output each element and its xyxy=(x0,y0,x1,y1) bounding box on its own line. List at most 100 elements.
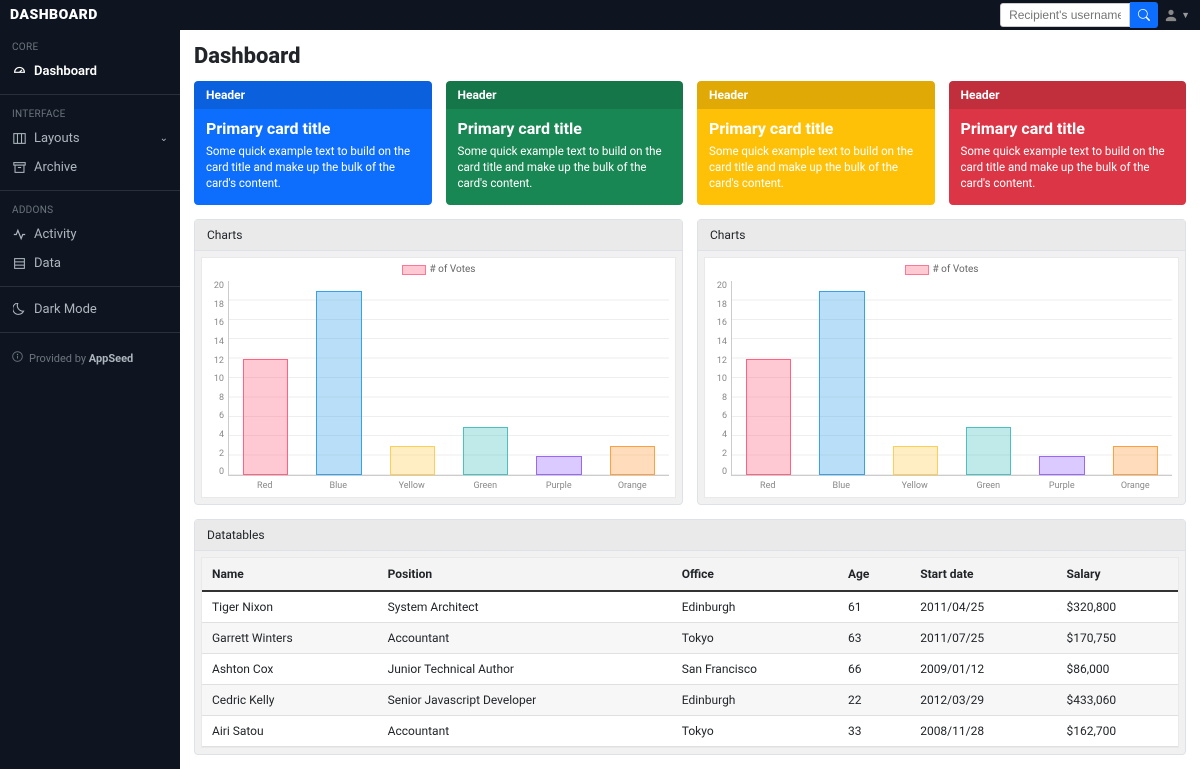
summary-card: Header Primary card title Some quick examp… xyxy=(697,81,935,205)
charts-row: Charts# of Votes20181614121086420RedBlue… xyxy=(194,219,1186,505)
table-cell: 66 xyxy=(838,654,910,685)
caret-down-icon: ▼ xyxy=(1181,10,1190,21)
brand-logo[interactable]: DASHBOARD xyxy=(10,7,98,23)
table-cell: Cedric Kelly xyxy=(202,685,378,716)
table-cell: 2012/03/29 xyxy=(910,685,1056,716)
x-tick-label: Yellow xyxy=(878,481,952,491)
table-cell: Tokyo xyxy=(672,623,838,654)
table-row[interactable]: Airi SatouAccountantTokyo332008/11/28$16… xyxy=(202,716,1178,747)
chart-bar xyxy=(229,281,302,475)
sidebar-item-label: Activity xyxy=(34,227,77,242)
table-row[interactable]: Tiger NixonSystem ArchitectEdinburgh6120… xyxy=(202,591,1178,623)
table-cell: $86,000 xyxy=(1057,654,1178,685)
sidebar-item-activity[interactable]: Activity xyxy=(0,220,180,249)
sidebar-item-dashboard[interactable]: Dashboard xyxy=(0,57,180,86)
chart-legend[interactable]: # of Votes xyxy=(208,264,669,275)
table-cell: Edinburgh xyxy=(672,591,838,623)
card-text: Some quick example text to build on the … xyxy=(961,143,1175,191)
x-tick-label: Red xyxy=(731,481,805,491)
table-cell: $162,700 xyxy=(1057,716,1178,747)
table-cell: Tiger Nixon xyxy=(202,591,378,623)
table-cell: 33 xyxy=(838,716,910,747)
chart-bar xyxy=(879,281,952,475)
y-tick-label: 8 xyxy=(210,393,224,403)
y-tick-label: 20 xyxy=(210,281,224,291)
chart-panel-title: Charts xyxy=(698,220,1185,251)
sidebar-item-layouts[interactable]: Layouts⌄ xyxy=(0,124,180,153)
table-cell: Edinburgh xyxy=(672,685,838,716)
y-tick-label: 10 xyxy=(713,374,727,384)
chart-bar xyxy=(805,281,878,475)
table-row[interactable]: Ashton CoxJunior Technical AuthorSan Fra… xyxy=(202,654,1178,685)
table-cell: Accountant xyxy=(378,716,672,747)
column-header[interactable]: Start date xyxy=(910,558,1056,591)
table-cell: 2011/04/25 xyxy=(910,591,1056,623)
y-tick-label: 12 xyxy=(713,356,727,366)
y-tick-label: 6 xyxy=(210,411,224,421)
card-text: Some quick example text to build on the … xyxy=(709,143,923,191)
column-header[interactable]: Age xyxy=(838,558,910,591)
data-icon xyxy=(12,257,26,271)
sidebar-item-label: Archive xyxy=(34,160,77,175)
search-button[interactable] xyxy=(1130,2,1158,28)
card-title: Primary card title xyxy=(206,119,420,138)
chart-bar xyxy=(1099,281,1172,475)
table-cell: Airi Satou xyxy=(202,716,378,747)
search-input[interactable] xyxy=(1000,3,1130,27)
dark-mode-toggle[interactable]: Dark Mode xyxy=(0,295,180,324)
column-header[interactable]: Salary xyxy=(1057,558,1178,591)
chart-legend[interactable]: # of Votes xyxy=(711,264,1172,275)
chevron-down-icon: ⌄ xyxy=(160,133,168,144)
table-cell: 2009/01/12 xyxy=(910,654,1056,685)
table-cell: Garrett Winters xyxy=(202,623,378,654)
sidebar-heading: ADDONS xyxy=(0,199,180,220)
x-tick-label: Red xyxy=(228,481,302,491)
x-axis: RedBlueYellowGreenPurpleOrange xyxy=(228,476,669,491)
datatable-panel: Datatables NamePositionOfficeAgeStart da… xyxy=(194,519,1186,755)
sidebar-item-data[interactable]: Data xyxy=(0,249,180,278)
table-cell: 2011/07/25 xyxy=(910,623,1056,654)
card-header: Header xyxy=(697,81,935,109)
column-header[interactable]: Position xyxy=(378,558,672,591)
y-tick-label: 16 xyxy=(210,318,224,328)
x-tick-label: Blue xyxy=(805,481,879,491)
chart-bar xyxy=(732,281,805,475)
x-axis: RedBlueYellowGreenPurpleOrange xyxy=(731,476,1172,491)
x-tick-label: Purple xyxy=(1025,481,1099,491)
sidebar-footer: Provided by AppSeed xyxy=(0,341,180,375)
sidebar-item-archive[interactable]: Archive xyxy=(0,153,180,182)
chart-bar xyxy=(596,281,669,475)
table-row[interactable]: Cedric KellySenior Javascript DeveloperE… xyxy=(202,685,1178,716)
card-title: Primary card title xyxy=(709,119,923,138)
table-row[interactable]: Garrett WintersAccountantTokyo632011/07/… xyxy=(202,623,1178,654)
table-cell: San Francisco xyxy=(672,654,838,685)
x-tick-label: Purple xyxy=(522,481,596,491)
table-cell: $433,060 xyxy=(1057,685,1178,716)
columns-icon xyxy=(12,132,26,146)
user-icon xyxy=(1164,8,1178,22)
chart-panel-title: Charts xyxy=(195,220,682,251)
y-tick-label: 4 xyxy=(210,430,224,440)
chart-bars xyxy=(228,281,669,476)
page-title: Dashboard xyxy=(194,44,1186,69)
main-content: Dashboard Header Primary card title Some q… xyxy=(180,30,1200,769)
column-header[interactable]: Name xyxy=(202,558,378,591)
sidebar-item-label: Data xyxy=(34,256,61,271)
column-header[interactable]: Office xyxy=(672,558,838,591)
card-text: Some quick example text to build on the … xyxy=(206,143,420,191)
chart-bar xyxy=(376,281,449,475)
summary-card: HeaderPrimary card titleSome quick examp… xyxy=(446,81,684,205)
table-cell: 63 xyxy=(838,623,910,654)
y-tick-label: 18 xyxy=(210,300,224,310)
search-icon xyxy=(1138,9,1150,21)
chart-panel: Charts# of Votes20181614121086420RedBlue… xyxy=(194,219,683,505)
card-header: Header xyxy=(949,81,1187,109)
card-title: Primary card title xyxy=(961,119,1175,138)
chart-bar xyxy=(449,281,522,475)
table-cell: $320,800 xyxy=(1057,591,1178,623)
sidebar: COREDashboardINTERFACELayouts⌄ArchiveADD… xyxy=(0,30,180,769)
y-tick-label: 14 xyxy=(713,337,727,347)
moon-icon xyxy=(12,303,26,317)
chart-bar xyxy=(952,281,1025,475)
user-dropdown[interactable]: ▼ xyxy=(1164,8,1190,22)
